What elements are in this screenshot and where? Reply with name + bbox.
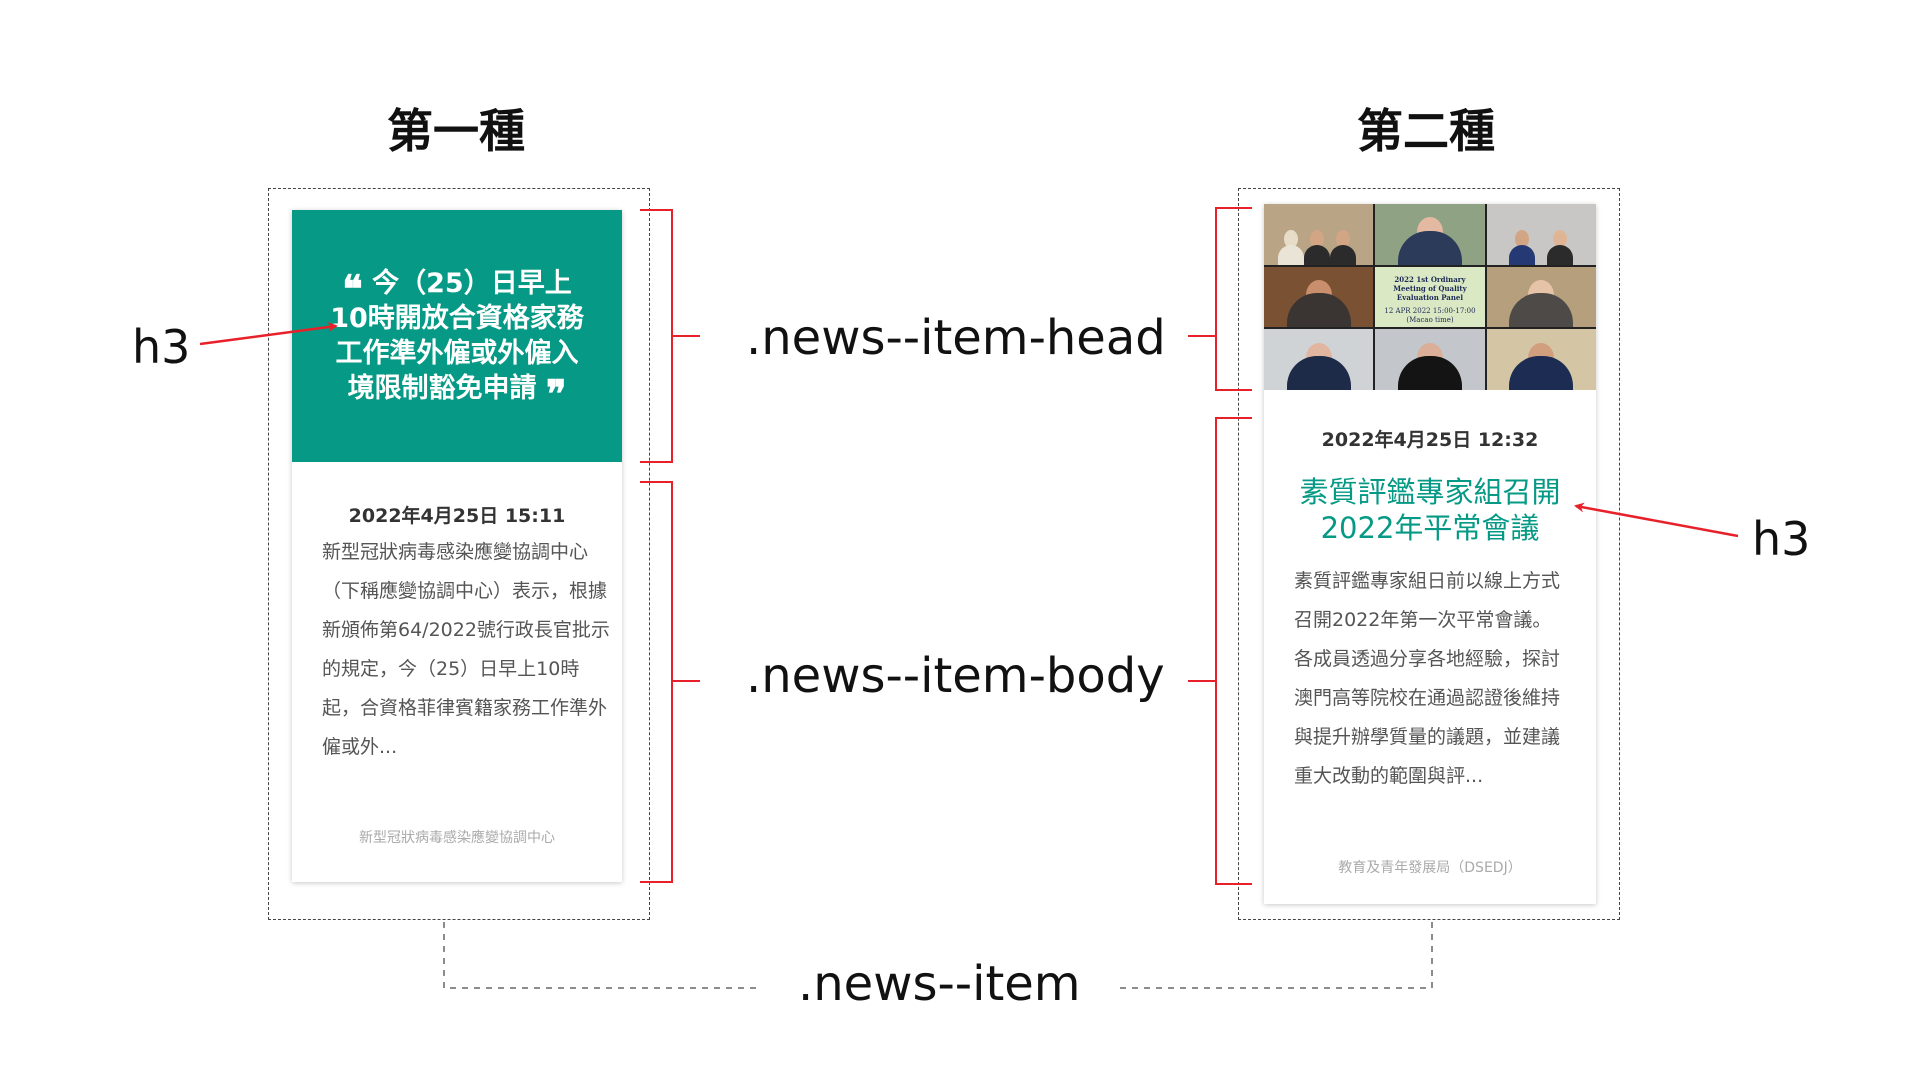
bracket-body-left — [640, 481, 673, 883]
dashed-connector-right — [1116, 922, 1433, 989]
bracket-head-right — [1215, 207, 1252, 391]
arrow-h3-left — [199, 322, 338, 346]
bracket-head-left — [640, 209, 673, 463]
arrow-h3-right — [1574, 502, 1739, 538]
bracket-body-right — [1215, 417, 1252, 885]
annotation-overlay — [199, 207, 1739, 989]
dashed-connector-left — [443, 922, 762, 989]
